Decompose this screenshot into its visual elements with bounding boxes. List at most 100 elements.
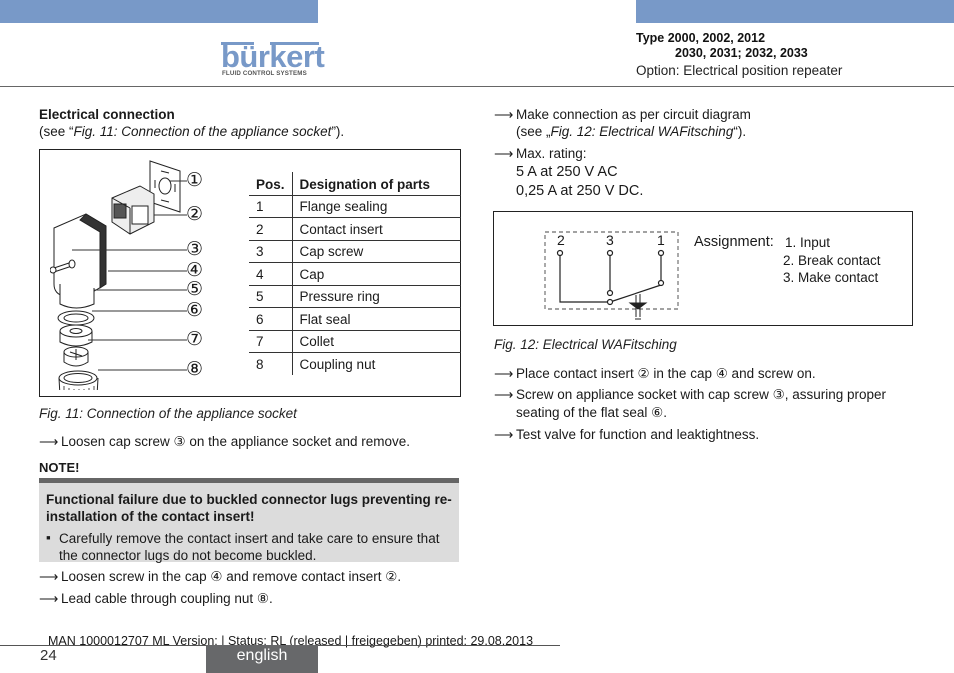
step-lead-cable: ⟶ Lead cable through coupling nut ⑧. [39,591,273,607]
ref-prefix: (see „ [516,124,551,139]
table-row: 6 Flat seal [249,307,461,330]
arrow-icon: ⟶ [494,427,514,442]
ref-suffix: “). [733,124,747,139]
step-text: Make connection as per circuit diagram [516,107,751,122]
step-text: Lead cable through coupling nut ⑧. [61,591,273,606]
section-reference: (see “Fig. 11: Connection of the applian… [39,124,344,139]
actuator-icon [628,294,648,320]
designation-cell: Collet [299,334,335,350]
note-heading: Functional failure due to buckled connec… [46,492,452,524]
brand-name: bürkert [221,39,325,74]
designation-cell: Cap screw [299,244,364,260]
callout-1: ① [186,170,204,191]
note-bullet-text: Carefully remove the contact insert and … [59,531,440,563]
language-tab: english [206,645,318,673]
callout-7: ⑦ [186,329,204,350]
step-screw-appliance-socket-cont: seating of the flat seal ⑥. [516,405,667,420]
product-types-line2: 2030, 2031; 2032, 2033 [675,46,808,60]
contact-3 [606,289,614,297]
callout-6: ⑥ [186,300,204,321]
assignment-item: 2. Break contact [783,253,881,268]
arrow-icon: ⟶ [494,107,514,122]
table-row: 5 Pressure ring [249,285,461,308]
arrow-icon: ⟶ [39,434,59,449]
designation-cell: Flat seal [299,311,351,327]
step-test-valve: ⟶ Test valve for function and leaktightne… [494,427,759,443]
header-divider [0,86,954,87]
page-number: 24 [40,647,57,664]
designation-cell: Flange sealing [299,199,388,215]
step-make-connection: ⟶ Make connection as per circuit diagram [494,107,751,123]
pos-cell: 3 [249,240,293,263]
step-text: Loosen screw in the cap ④ and remove con… [61,569,402,584]
terminal-label-3: 3 [606,232,614,248]
designation-cell: Coupling nut [299,357,376,372]
parts-table-header: Pos. Designation of parts [249,172,461,195]
terminal-1 [657,249,665,257]
pos-cell: 7 [249,330,293,353]
pos-cell: 4 [249,262,293,285]
callout-4: ④ [186,260,204,281]
arrow-icon: ⟶ [39,591,59,606]
callout-5: ⑤ [186,279,204,300]
figure-link[interactable]: Fig. 11: Connection of the appliance soc… [74,124,332,139]
step-loosen-screw-cap: ⟶ Loosen screw in the cap ④ and remove co… [39,569,401,585]
step-text: Place contact insert ② in the cap ④ and … [516,366,816,381]
terminal-2 [556,249,564,257]
step-connection-reference: (see „Fig. 12: Electrical WAFitsching“). [516,124,746,139]
table-row: 8 Coupling nut [249,352,461,375]
bullet-icon: ▪ [46,530,51,545]
assignment-item: 1. Input [785,235,831,250]
rating-dc: 0,25 A at 250 V DC. [516,183,644,199]
contact-1 [657,279,665,287]
arrow-icon: ⟶ [39,569,59,584]
callout-2: ② [186,204,204,225]
figure-link[interactable]: Fig. 12: Electrical WAFitsching [551,124,734,139]
step-text: Loosen cap screw ③ on the appliance sock… [61,434,411,449]
pos-cell: 1 [249,195,293,218]
step-text: Test valve for function and leaktightnes… [516,427,760,442]
step-text: Screw on appliance socket with cap screw… [516,387,887,402]
col-pos-header: Pos. [249,172,293,195]
note-label: NOTE! [39,460,80,475]
assignment-item: 3. Make contact [783,270,879,285]
table-row: 2 Contact insert [249,217,461,240]
pos-cell: 5 [249,285,293,308]
designation-cell: Pressure ring [299,289,380,305]
table-row: 7 Collet [249,330,461,353]
option-title: Option: Electrical position repeater [636,63,843,78]
assignment-label-text: Assignment: [694,234,774,250]
brand-logo: bürkert FLUID CONTROL SYSTEMS [221,41,325,78]
designation-cell: Contact insert [299,221,383,237]
step-place-contact-insert: ⟶ Place contact insert ② in the cap ④ and… [494,366,816,382]
terminal-3 [606,249,614,257]
pos-cell: 2 [249,217,293,240]
header-bar-left [0,0,318,23]
header-bar-right [636,0,954,23]
ref-suffix: ”). [331,124,345,139]
arrow-icon: ⟶ [494,387,514,402]
arrow-icon: ⟶ [494,366,514,381]
pos-cell: 6 [249,307,293,330]
product-types-line1: Type 2000, 2002, 2012 [636,31,766,45]
step-screw-appliance-socket: ⟶ Screw on appliance socket with cap scre… [494,387,886,403]
contact-common [606,298,614,306]
rating-ac: 5 A at 250 V AC [516,164,618,180]
step-loosen-cap-screw: ⟶ Loosen cap screw ③ on the appliance soc… [39,434,410,450]
pos-cell: 8 [249,352,293,375]
figure-11: ① ② ③ ④ ⑤ ⑥ ⑦ ⑧ Pos. Designation of part… [39,149,461,397]
parts-table: Pos. Designation of parts 1 Flange sealin… [249,172,461,375]
section-title: Electrical connection [39,107,175,122]
table-row: 1 Flange sealing [249,195,461,218]
figure-12-caption: Fig. 12: Electrical WAFitsching [494,337,677,352]
arrow-icon: ⟶ [494,146,514,161]
brand-tagline: FLUID CONTROL SYSTEMS [222,70,307,77]
figure-11-caption: Fig. 11: Connection of the appliance soc… [39,406,297,421]
note-box: Functional failure due to buckled connec… [39,478,459,563]
wire-2 [559,254,610,303]
figure-12: 2 3 1 Assignment: 1. Input 2. Break cont… [493,211,913,326]
terminal-label-2: 2 [557,232,565,248]
callout-3: ③ [186,239,204,260]
assignment-label: Assignment: [694,234,774,250]
terminal-label-1: 1 [657,232,665,248]
